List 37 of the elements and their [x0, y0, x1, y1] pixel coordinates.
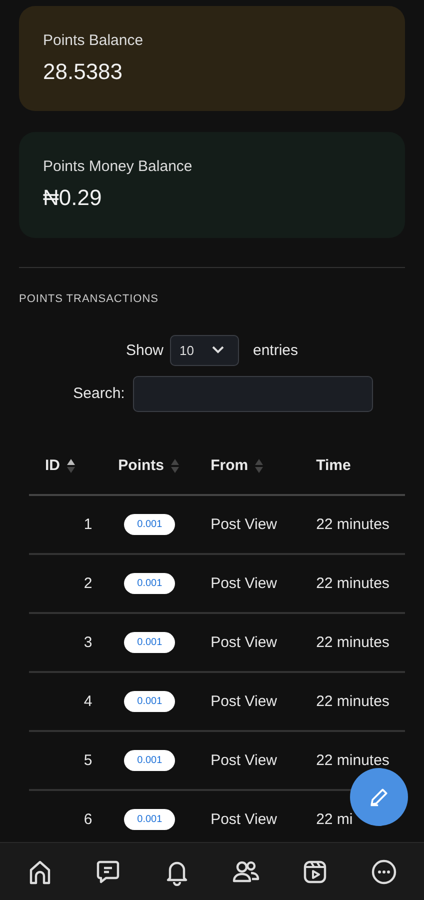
- search-label: Search:: [73, 385, 125, 402]
- balance-value: ₦0.29: [43, 185, 102, 212]
- id-cell: 5: [29, 730, 110, 790]
- more-icon: [370, 858, 398, 886]
- balance-value: 28.5383: [43, 59, 123, 85]
- entries-label: entries: [252, 342, 298, 359]
- time-cell: 22 minutes: [315, 672, 405, 731]
- points-badge: 0.001: [124, 632, 176, 653]
- id-cell: 1: [29, 494, 110, 554]
- points-badge: 0.001: [124, 572, 176, 594]
- id-cell: 4: [29, 672, 110, 731]
- column-header[interactable]: Points: [110, 438, 211, 495]
- source-cell: Post View: [210, 672, 316, 731]
- source-cell: Post View: [210, 554, 316, 613]
- search-field[interactable]: [132, 376, 373, 412]
- time-cell: 22 minutes: [315, 494, 405, 554]
- source-cell: Post View: [210, 730, 316, 790]
- time-cell: 22 minutes: [315, 554, 405, 613]
- column-header[interactable]: From: [210, 438, 316, 495]
- balance-label: Points Money Balance: [43, 158, 192, 176]
- source-cell: Post View: [210, 494, 316, 554]
- column-header[interactable]: Time: [315, 438, 405, 495]
- chevron-down-icon: [212, 346, 224, 354]
- points-badge: 0.001: [124, 690, 176, 712]
- points-badge: 0.001: [124, 750, 176, 771]
- show-label: Show: [126, 342, 164, 359]
- page-size-select[interactable]: 10: [170, 334, 239, 366]
- balance-label: Points Balance: [43, 32, 144, 49]
- points-badge: 0.001: [124, 514, 176, 535]
- pencil-icon: [368, 786, 390, 808]
- source-cell: Post View: [210, 612, 316, 672]
- section-title: POINTS TRANSACTIONS: [19, 292, 160, 305]
- id-cell: 2: [29, 554, 110, 613]
- id-cell: 3: [29, 612, 110, 672]
- column-header[interactable]: ID: [29, 438, 110, 495]
- points-badge: 0.001: [124, 808, 176, 830]
- time-cell: 22 minutes: [315, 612, 405, 672]
